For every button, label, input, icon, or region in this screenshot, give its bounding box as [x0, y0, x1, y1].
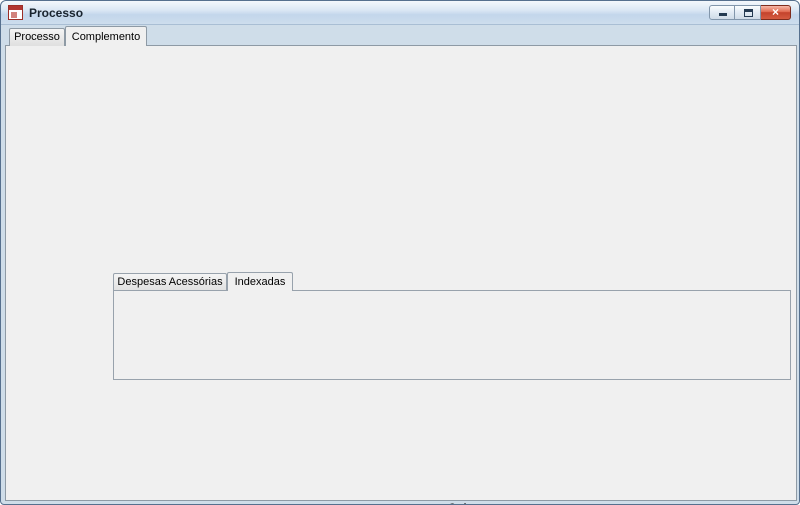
minimize-icon	[719, 13, 727, 16]
window-title: Processo	[29, 6, 84, 20]
title-bar[interactable]: Processo ×	[1, 1, 799, 25]
restore-icon	[744, 9, 753, 17]
process-window: Processo × Processo Complemento Sequênci…	[0, 0, 800, 505]
tab-despesas-acessorias[interactable]: Despesas Acessórias	[113, 273, 227, 290]
indexadas-panel	[113, 290, 791, 380]
tab-complemento[interactable]: Complemento	[65, 26, 147, 46]
tab-indexadas[interactable]: Indexadas	[227, 272, 293, 291]
tab-processo[interactable]: Processo	[9, 28, 65, 46]
minimize-button[interactable]	[709, 5, 735, 20]
close-button[interactable]: ×	[761, 5, 791, 20]
restore-button[interactable]	[735, 5, 761, 20]
app-icon	[8, 5, 23, 20]
